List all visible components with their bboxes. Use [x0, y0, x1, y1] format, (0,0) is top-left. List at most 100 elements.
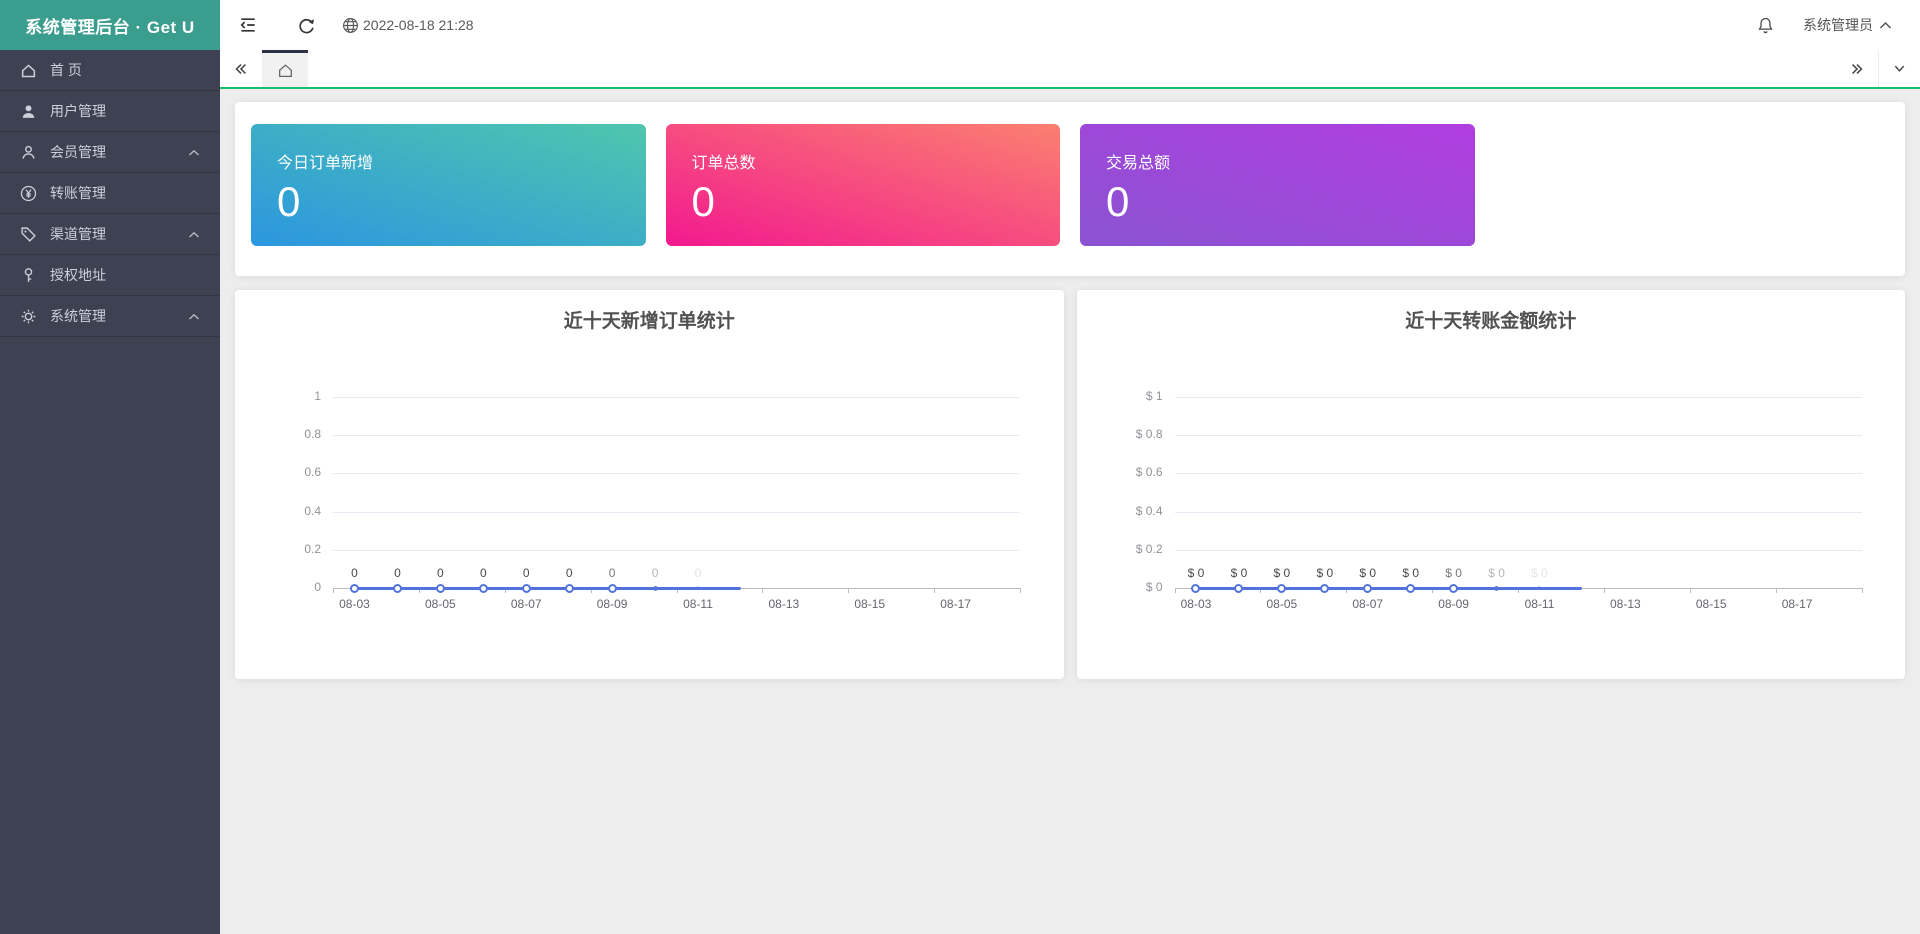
home-icon	[277, 62, 294, 79]
topbar: 2022-08-18 21:28 系统管理员	[220, 0, 1920, 50]
transfers-chart-panel: 近十天转账金额统计 $ 1 $ 0.8 $ 0.6 $ 0.4 $ 0.2 $ 0 08-0…	[1076, 290, 1906, 679]
collapse-sidebar-icon[interactable]	[226, 0, 270, 50]
gridline	[1174, 435, 1862, 437]
gridline	[1174, 397, 1862, 398]
notification-bell-icon[interactable]	[1743, 0, 1787, 50]
data-point	[1406, 583, 1416, 593]
data-point	[1191, 583, 1201, 593]
sidebar-item-members[interactable]: 会员管理	[0, 132, 220, 173]
y-axis-tick-label: $ 0.4	[1135, 503, 1163, 518]
gear-icon	[20, 308, 37, 325]
tabbar-fill	[308, 50, 1836, 87]
x-axis-label: 08-07	[510, 597, 542, 611]
x-axis-tick	[762, 588, 764, 593]
scroll-tabs-left-icon[interactable]	[220, 50, 262, 87]
chevron-up-icon	[188, 226, 200, 242]
x-axis-label: 08-11	[1524, 597, 1555, 611]
x-axis-label: 08-03	[1180, 597, 1212, 611]
stat-card-total-orders: 订单总数 0	[665, 124, 1060, 246]
data-point	[392, 583, 402, 593]
x-axis-tick	[1775, 588, 1777, 593]
user-menu[interactable]: 系统管理员	[1803, 15, 1892, 35]
sidebar-item-label: 系统管理	[50, 308, 106, 324]
x-axis-label: 08-07	[1352, 597, 1384, 611]
sidebar-menu: 首 页 用户管理 会员管理 转账管理 渠道管理 授权地址 系统管理	[0, 50, 220, 337]
key-icon	[20, 267, 37, 284]
stat-card-total-amount: 交易总额 0	[1080, 124, 1475, 246]
stat-card-value: 0	[277, 178, 301, 225]
x-axis-label: 08-15	[854, 597, 886, 611]
main-content: 今日订单新增 0 订单总数 0 交易总额 0 近十天新增订单统计 1 0.8 0.6…	[220, 91, 1920, 934]
gridline	[333, 549, 1020, 551]
gridline	[333, 473, 1020, 475]
user-icon	[20, 103, 37, 120]
sidebar-item-channels[interactable]: 渠道管理	[0, 214, 220, 255]
x-axis-tick	[1174, 588, 1176, 593]
x-axis-label: 08-13	[768, 597, 800, 611]
data-point	[1494, 585, 1500, 591]
gridline	[333, 435, 1020, 437]
x-axis-label: 08-09	[596, 597, 628, 611]
tab-options-dropdown-icon[interactable]	[1878, 50, 1920, 87]
data-point-label: 0	[694, 566, 702, 580]
data-point	[1449, 583, 1459, 593]
series-line	[1195, 586, 1583, 590]
x-axis-label: 08-17	[940, 597, 971, 611]
scroll-tabs-right-icon[interactable]	[1836, 50, 1878, 87]
sidebar-item-label: 渠道管理	[50, 226, 106, 242]
orders-line-chart: 1 0.8 0.6 0.4 0.2 0 08-03 08-05 08-07 08-09 08-11 0…	[235, 338, 1064, 679]
tabbar	[220, 50, 1920, 89]
data-point	[695, 586, 700, 590]
tab-home[interactable]	[262, 50, 308, 87]
y-axis-tick-label: 0.4	[304, 503, 321, 518]
chevron-up-icon	[1879, 21, 1892, 30]
sidebar-item-auth-address[interactable]: 授权地址	[0, 255, 220, 296]
data-point	[521, 583, 531, 593]
x-axis-label: 08-05	[424, 597, 456, 611]
datetime-text: 2022-08-18 21:28	[363, 17, 474, 33]
x-axis-tick	[848, 588, 850, 593]
sidebar-item-transfers[interactable]: 转账管理	[0, 173, 220, 214]
x-axis-tick	[1020, 588, 1021, 593]
y-axis-tick-label: $ 0.8	[1135, 427, 1163, 442]
gridline	[333, 397, 1020, 398]
tag-icon	[20, 226, 37, 243]
sidebar-item-home[interactable]: 首 页	[0, 50, 220, 91]
transfers-line-chart: $ 1 $ 0.8 $ 0.6 $ 0.4 $ 0.2 $ 0 08-03 08-05 08-0…	[1077, 338, 1906, 679]
gridline	[1174, 473, 1862, 475]
stat-cards-panel: 今日订单新增 0 订单总数 0 交易总额 0	[235, 102, 1905, 276]
charts-row: 近十天新增订单统计 1 0.8 0.6 0.4 0.2 0 08-03 08-05 08-07 0…	[235, 290, 1905, 679]
sidebar-item-label: 会员管理	[50, 144, 106, 160]
home-icon	[20, 62, 37, 79]
x-axis-tick	[934, 588, 936, 593]
stat-card-today-orders: 今日订单新增 0	[251, 124, 646, 246]
x-axis-tick	[1603, 588, 1605, 593]
y-axis-tick-label: 0.8	[304, 427, 321, 442]
gridline	[333, 511, 1020, 513]
x-axis-tick	[1689, 588, 1691, 593]
data-point	[1363, 583, 1373, 593]
gridline	[1174, 549, 1862, 551]
x-axis-label: 08-05	[1266, 597, 1298, 611]
data-point	[1277, 583, 1287, 593]
data-point	[349, 583, 359, 593]
chevron-up-icon	[188, 308, 200, 324]
app-title: 系统管理后台 · Get U	[0, 0, 220, 50]
sidebar-item-label: 用户管理	[50, 103, 106, 119]
sidebar-item-label: 转账管理	[50, 185, 106, 201]
refresh-icon[interactable]	[284, 0, 328, 50]
sidebar-item-users[interactable]: 用户管理	[0, 91, 220, 132]
sidebar-item-system[interactable]: 系统管理	[0, 296, 220, 337]
member-icon	[20, 144, 37, 161]
data-point	[607, 583, 617, 593]
data-point	[1234, 583, 1244, 593]
x-axis-label: 08-09	[1438, 597, 1469, 611]
stat-card-title: 交易总额	[1106, 155, 1171, 172]
y-axis-tick-label: 0.6	[304, 465, 321, 480]
stat-card-title: 订单总数	[691, 155, 756, 172]
y-axis-tick-label: 1	[314, 389, 321, 403]
stat-card-value: 0	[1106, 178, 1130, 225]
y-axis-tick-label: $ 0.2	[1135, 541, 1163, 556]
stat-card-title: 今日订单新增	[277, 155, 374, 172]
chart-title: 近十天转账金额统计	[1405, 311, 1577, 332]
